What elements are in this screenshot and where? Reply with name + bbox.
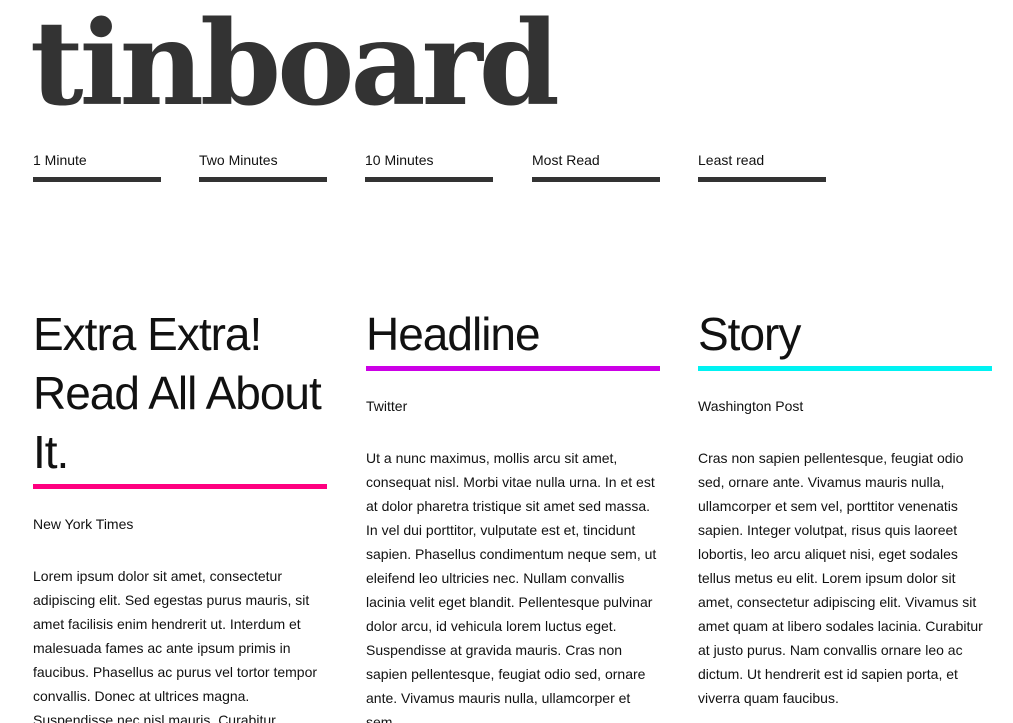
article-source: Washington Post (698, 398, 804, 414)
site-logo[interactable]: tinboard (30, 0, 560, 134)
article-headline[interactable]: Headline (366, 305, 660, 371)
nav-item-10-minutes[interactable]: 10 Minutes (365, 151, 493, 182)
article-source: New York Times (33, 516, 134, 532)
article-body: Ut a nunc maximus, mollis arcu sit amet,… (366, 450, 657, 723)
nav-item-least-read[interactable]: Least read (698, 151, 826, 182)
nav-item-two-minutes[interactable]: Two Minutes (199, 151, 327, 182)
nav-item-1-minute[interactable]: 1 Minute (33, 151, 161, 182)
article-body: Lorem ipsum dolor sit amet, consectetur … (33, 568, 318, 723)
article-headline[interactable]: Extra Extra! Read All About It. (33, 305, 327, 489)
article-body: Cras non sapien pellentesque, feugiat od… (698, 450, 983, 706)
nav-item-most-read[interactable]: Most Read (532, 151, 660, 182)
article-card: Story Washington Post Cras non sapien pe… (698, 305, 992, 710)
article-card: Headline Twitter Ut a nunc maximus, moll… (366, 305, 660, 723)
page: tinboard 1 Minute Two Minutes 10 Minutes… (0, 0, 1013, 723)
article-headline[interactable]: Story (698, 305, 992, 371)
article-source: Twitter (366, 398, 408, 414)
article-card: Extra Extra! Read All About It. New York… (33, 305, 327, 723)
